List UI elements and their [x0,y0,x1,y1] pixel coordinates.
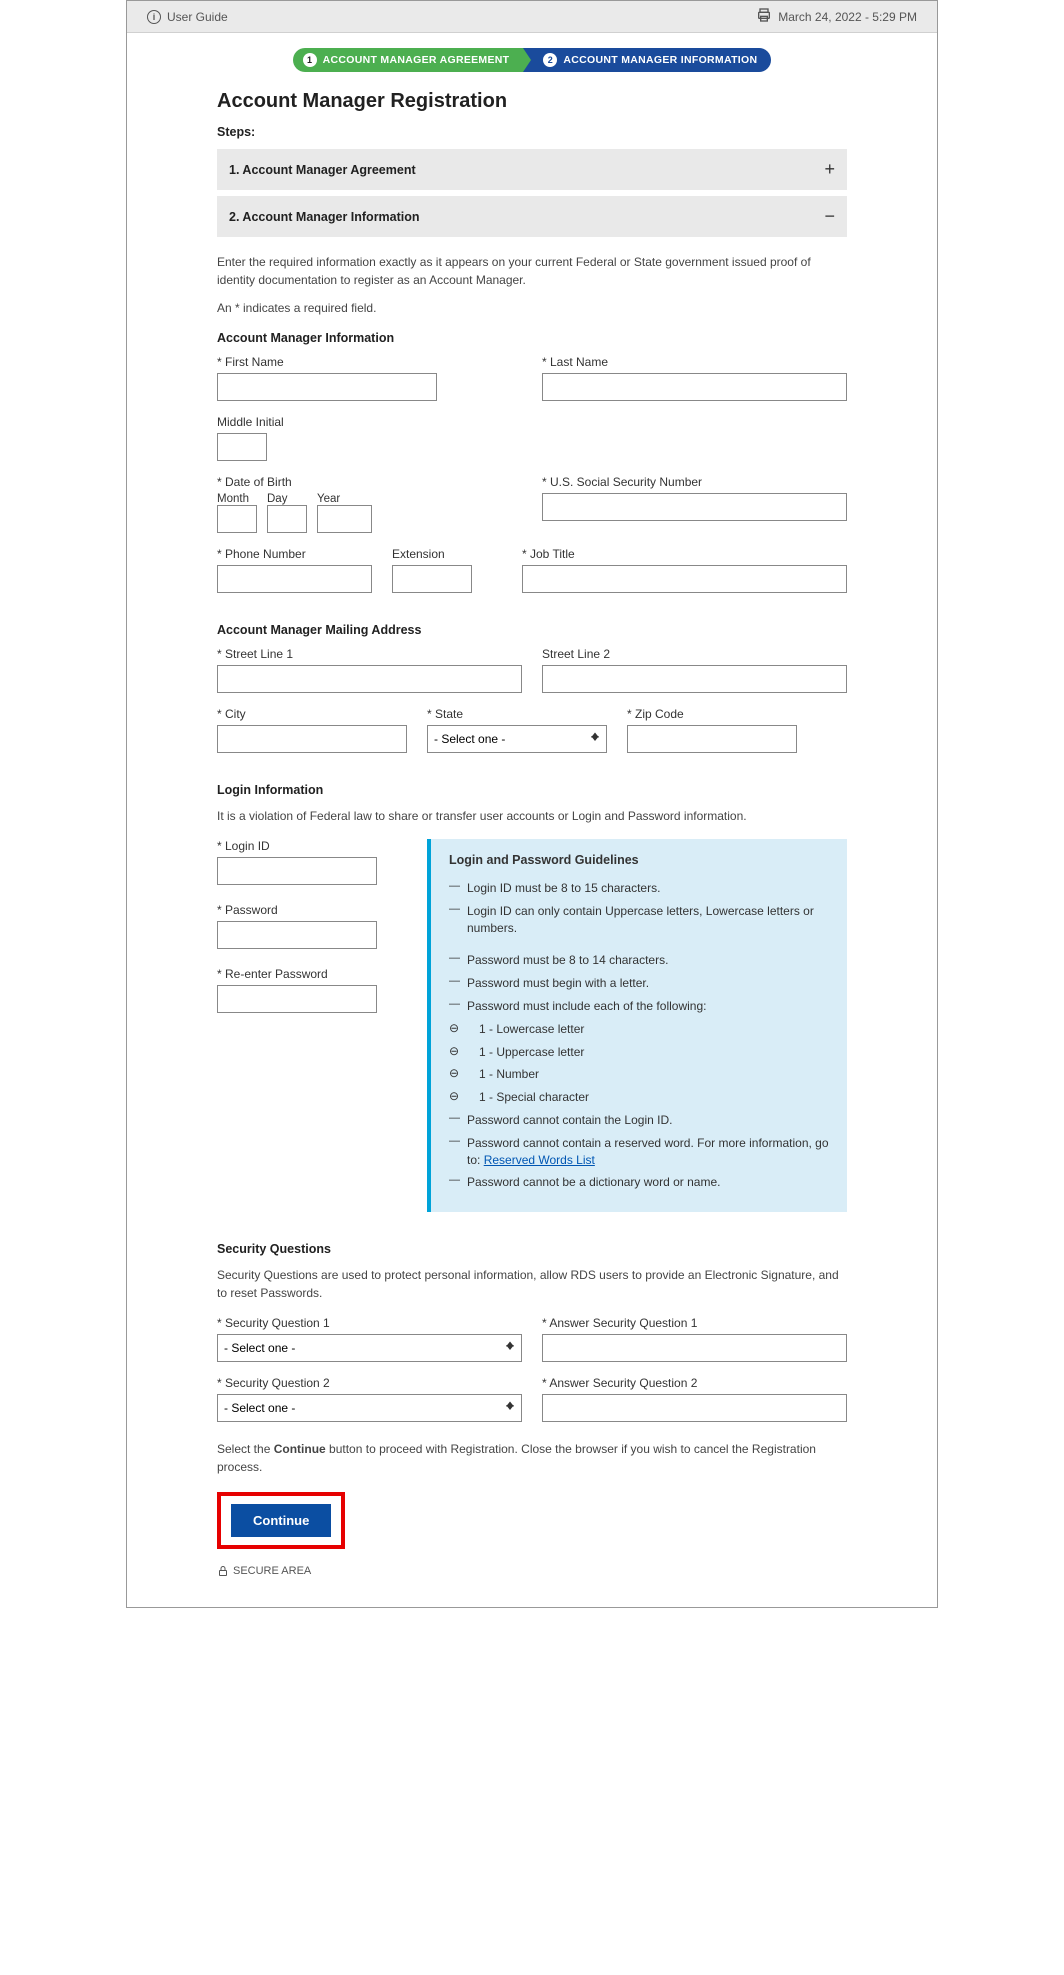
job-title-input[interactable] [522,565,847,593]
guideline-item: Password cannot contain the Login ID. [449,1109,829,1132]
dob-month-label: Month [217,493,257,505]
step-1-label: ACCOUNT MANAGER AGREEMENT [323,54,510,66]
last-name-label: * Last Name [542,355,847,369]
zip-input[interactable] [627,725,797,753]
progress-stepper: 1ACCOUNT MANAGER AGREEMENT 2ACCOUNT MANA… [217,48,847,72]
street2-label: Street Line 2 [542,647,847,661]
secure-area-badge: SECURE AREA [217,1565,847,1577]
sq1-label: * Security Question 1 [217,1316,522,1330]
dob-year-label: Year [317,493,372,505]
sq2-select[interactable]: - Select one - [217,1394,522,1422]
continue-button[interactable]: Continue [231,1504,331,1537]
guideline-item: Password cannot contain a reserved word.… [449,1132,829,1172]
first-name-input[interactable] [217,373,437,401]
accordion-information[interactable]: 2. Account Manager Information − [217,196,847,237]
step-1-pill: 1ACCOUNT MANAGER AGREEMENT [293,48,524,72]
phone-input[interactable] [217,565,372,593]
login-warning: It is a violation of Federal law to shar… [217,807,847,825]
aq2-input[interactable] [542,1394,847,1422]
aq2-label: * Answer Security Question 2 [542,1376,847,1390]
guideline-item: Login ID must be 8 to 15 characters. [449,877,829,900]
guideline-subitem: 1 - Uppercase letter [449,1041,829,1064]
aq1-label: * Answer Security Question 1 [542,1316,847,1330]
print-icon[interactable] [756,7,772,26]
city-label: * City [217,707,407,721]
user-guide-link[interactable]: User Guide [167,10,228,24]
guideline-item: Password must begin with a letter. [449,972,829,995]
ssn-input[interactable] [542,493,847,521]
plus-icon: + [824,159,835,180]
last-name-input[interactable] [542,373,847,401]
top-bar: i User Guide March 24, 2022 - 5:29 PM [127,1,937,33]
guidelines-title: Login and Password Guidelines [449,853,829,867]
middle-initial-label: Middle Initial [217,415,847,429]
minus-icon: − [824,206,835,227]
continue-instruction: Select the Continue button to proceed wi… [217,1440,847,1476]
street1-input[interactable] [217,665,522,693]
dob-day-input[interactable] [267,505,307,533]
job-title-label: * Job Title [522,547,847,561]
dob-month-input[interactable] [217,505,257,533]
dob-year-input[interactable] [317,505,372,533]
guideline-item: Password cannot be a dictionary word or … [449,1171,829,1194]
guidelines-box: Login and Password Guidelines Login ID m… [427,839,847,1212]
step-2-pill: 2ACCOUNT MANAGER INFORMATION [523,48,771,72]
guideline-item: Login ID can only contain Uppercase lett… [449,900,829,940]
password-input[interactable] [217,921,377,949]
page-frame: i User Guide March 24, 2022 - 5:29 PM 1A… [126,0,938,1608]
city-input[interactable] [217,725,407,753]
login-id-label: * Login ID [217,839,407,853]
section-mailing-address: Account Manager Mailing Address [217,623,847,637]
section-security-questions: Security Questions [217,1242,847,1256]
steps-label: Steps: [217,125,847,139]
step-2-label: ACCOUNT MANAGER INFORMATION [563,54,757,66]
guideline-subitem: 1 - Lowercase letter [449,1018,829,1041]
continue-highlight-box: Continue [217,1492,345,1549]
dob-label: * Date of Birth [217,475,522,489]
guideline-item: Password must include each of the follow… [449,995,829,1018]
section-account-info: Account Manager Information [217,331,847,345]
aq1-input[interactable] [542,1334,847,1362]
guideline-subitem: 1 - Special character [449,1086,829,1109]
street2-input[interactable] [542,665,847,693]
street1-label: * Street Line 1 [217,647,522,661]
sq2-label: * Security Question 2 [217,1376,522,1390]
accordion-information-label: 2. Account Manager Information [229,210,420,224]
ssn-label: * U.S. Social Security Number [542,475,847,489]
secure-area-label: SECURE AREA [233,1565,311,1577]
state-label: * State [427,707,607,721]
extension-input[interactable] [392,565,472,593]
first-name-label: * First Name [217,355,522,369]
security-text: Security Questions are used to protect p… [217,1266,847,1302]
middle-initial-input[interactable] [217,433,267,461]
extension-label: Extension [392,547,472,561]
state-select[interactable]: - Select one - [427,725,607,753]
sq1-select[interactable]: - Select one - [217,1334,522,1362]
reserved-words-link[interactable]: Reserved Words List [484,1153,595,1167]
page-title: Account Manager Registration [217,90,847,113]
guideline-item: Password must be 8 to 14 characters. [449,949,829,972]
info-icon: i [147,10,161,24]
dob-day-label: Day [267,493,307,505]
repassword-input[interactable] [217,985,377,1013]
accordion-agreement-label: 1. Account Manager Agreement [229,163,416,177]
password-label: * Password [217,903,407,917]
datetime-text: March 24, 2022 - 5:29 PM [778,10,917,24]
login-id-input[interactable] [217,857,377,885]
repassword-label: * Re-enter Password [217,967,407,981]
section-login-info: Login Information [217,783,847,797]
zip-label: * Zip Code [627,707,797,721]
lock-icon [217,1565,229,1577]
intro-text: Enter the required information exactly a… [217,253,847,289]
guideline-subitem: 1 - Number [449,1063,829,1086]
phone-label: * Phone Number [217,547,372,561]
accordion-agreement[interactable]: 1. Account Manager Agreement + [217,149,847,190]
required-note: An * indicates a required field. [217,299,847,317]
